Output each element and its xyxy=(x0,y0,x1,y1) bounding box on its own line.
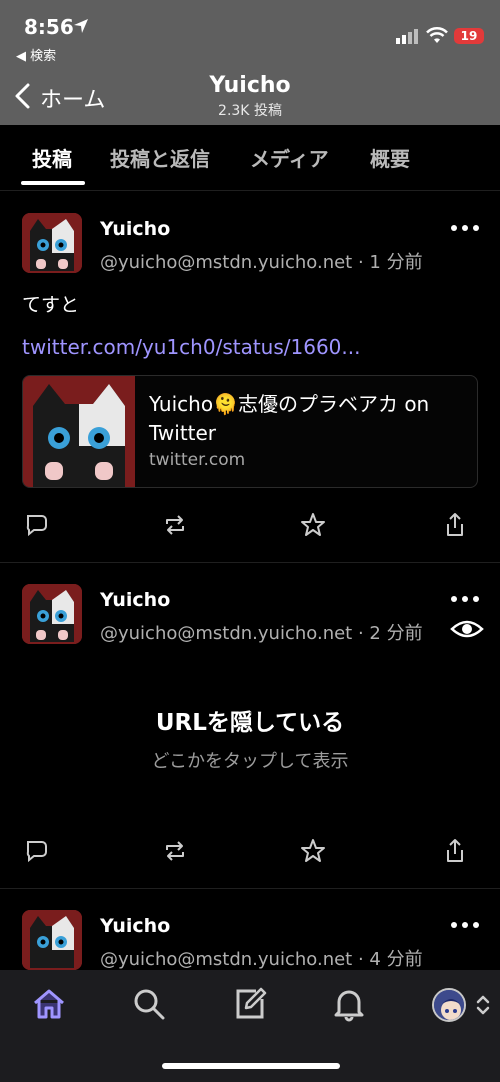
avatar[interactable] xyxy=(22,584,82,644)
home-indicator xyxy=(162,1063,340,1069)
reply-icon[interactable] xyxy=(22,836,52,866)
location-arrow-icon xyxy=(74,19,88,33)
share-icon[interactable] xyxy=(440,510,470,540)
cat-avatar-icon xyxy=(22,584,82,644)
avatar[interactable] xyxy=(22,910,82,970)
back-to-app-link[interactable]: ◀ 検索 xyxy=(16,45,56,64)
author-handle: @yuicho@mstdn.yuicho.net · 4 分前 xyxy=(100,949,423,970)
link-preview-thumbnail xyxy=(23,376,135,487)
battery-indicator: 19 xyxy=(454,28,484,44)
tab-about[interactable]: 概要 xyxy=(370,143,410,172)
author-handle: @yuicho@mstdn.yuicho.net · 2 分前 xyxy=(100,623,423,644)
author-handle: @yuicho@mstdn.yuicho.net · 1 分前 xyxy=(100,252,423,273)
compose-icon[interactable] xyxy=(232,986,268,1022)
favourite-icon[interactable] xyxy=(298,510,328,540)
profile-tabs: 投稿 投稿と返信 メディア 概要 xyxy=(0,125,500,191)
wifi-icon xyxy=(426,27,448,43)
link-preview-card[interactable]: Yuicho🫠志優のプラベアカ on Twitter twitter.com xyxy=(22,375,478,488)
post-text: てすと xyxy=(22,294,80,316)
post-link[interactable]: twitter.com/yu1ch0/status/1660... xyxy=(22,335,360,359)
cellular-signal-icon xyxy=(396,29,418,44)
reply-icon[interactable] xyxy=(22,510,52,540)
status-post[interactable]: Yuicho @yuicho@mstdn.yuicho.net · 1 分前 て… xyxy=(0,192,500,563)
page-title: Yuicho xyxy=(209,73,291,98)
favourite-icon[interactable] xyxy=(298,836,328,866)
status-time: 8:56 xyxy=(24,15,74,39)
boost-icon[interactable] xyxy=(160,836,190,866)
home-icon[interactable] xyxy=(31,986,67,1022)
active-tab-indicator xyxy=(21,181,85,185)
tab-media[interactable]: メディア xyxy=(250,143,329,172)
hidden-content-title[interactable]: URLを隠している xyxy=(0,703,500,737)
boost-icon[interactable] xyxy=(160,510,190,540)
account-switch-chevrons-icon[interactable] xyxy=(474,992,492,1018)
cat-avatar-icon xyxy=(22,910,82,970)
status-post[interactable]: Yuicho @yuicho@mstdn.yuicho.net · 2 分前 U… xyxy=(0,563,500,889)
post-actions xyxy=(0,836,500,870)
tab-posts-and-replies[interactable]: 投稿と返信 xyxy=(110,143,210,172)
hidden-content-hint[interactable]: どこかをタップして表示 xyxy=(0,747,500,773)
author-name[interactable]: Yuicho xyxy=(100,915,170,937)
status-post[interactable]: Yuicho @yuicho@mstdn.yuicho.net · 4 分前 xyxy=(0,889,500,970)
tab-posts[interactable]: 投稿 xyxy=(32,143,72,172)
more-options-icon[interactable] xyxy=(450,595,480,603)
post-actions xyxy=(0,510,500,544)
header: 8:56 ◀ 検索 19 ホーム Yuicho 2.3K 投稿 xyxy=(0,0,500,125)
account-avatar[interactable] xyxy=(432,988,466,1022)
link-preview-title: Yuicho🫠志優のプラベアカ on Twitter xyxy=(149,392,430,445)
more-options-icon[interactable] xyxy=(450,921,480,929)
author-name[interactable]: Yuicho xyxy=(100,218,170,240)
link-preview-host: twitter.com xyxy=(149,450,246,470)
notifications-icon[interactable] xyxy=(331,986,367,1022)
post-count: 2.3K 投稿 xyxy=(218,103,282,119)
more-options-icon[interactable] xyxy=(450,224,480,232)
share-icon[interactable] xyxy=(440,836,470,866)
avatar[interactable] xyxy=(22,213,82,273)
author-name[interactable]: Yuicho xyxy=(100,589,170,611)
eye-icon[interactable] xyxy=(450,617,484,641)
cat-avatar-icon xyxy=(22,213,82,273)
search-icon[interactable] xyxy=(131,986,167,1022)
